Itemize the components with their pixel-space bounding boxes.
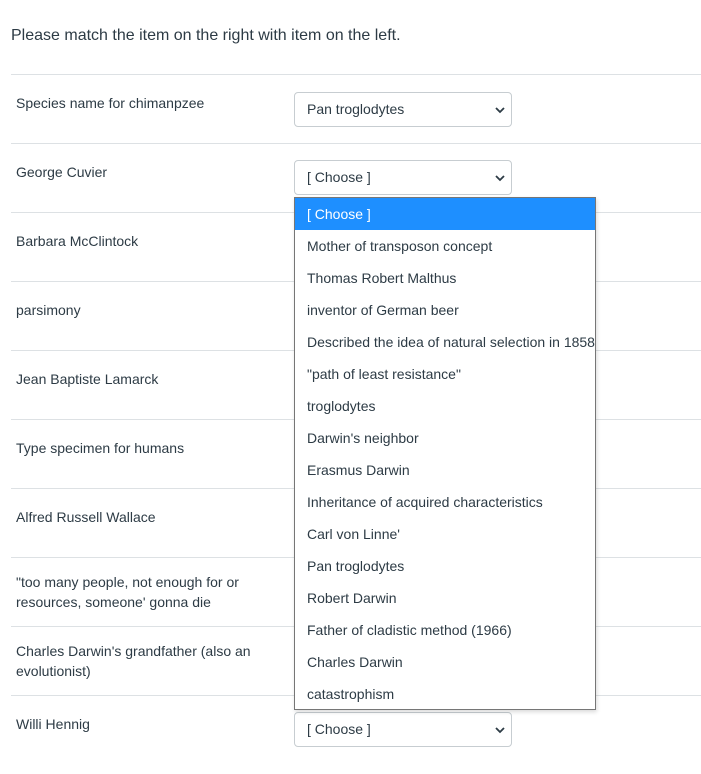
dropdown-option[interactable]: Father of cladistic method (1966) bbox=[295, 614, 595, 646]
dropdown-option[interactable]: Pan troglodytes bbox=[295, 550, 595, 582]
dropdown-option[interactable]: Inheritance of acquired characteristics bbox=[295, 486, 595, 518]
answer-select[interactable]: [ Choose ] bbox=[294, 712, 512, 747]
chevron-down-icon bbox=[495, 107, 505, 114]
match-prompt: Willi Hennig bbox=[16, 716, 90, 732]
match-row: Species name for chimanpzee Pan troglody… bbox=[11, 74, 701, 144]
chevron-down-icon bbox=[495, 727, 505, 734]
match-prompt: Charles Darwin's grandfather (also an ev… bbox=[16, 643, 251, 679]
answer-select[interactable]: Pan troglodytes bbox=[294, 92, 512, 127]
dropdown-option[interactable]: Robert Darwin bbox=[295, 582, 595, 614]
match-prompt: George Cuvier bbox=[16, 164, 108, 180]
dropdown-option[interactable]: catastrophism bbox=[295, 678, 595, 710]
answer-select[interactable]: [ Choose ] bbox=[294, 160, 512, 195]
dropdown-option[interactable]: troglodytes bbox=[295, 390, 595, 422]
dropdown-option[interactable]: Carl von Linne' bbox=[295, 518, 595, 550]
match-prompt: Alfred Russell Wallace bbox=[16, 509, 156, 525]
dropdown-option[interactable]: Erasmus Darwin bbox=[295, 454, 595, 486]
dropdown-option[interactable]: [ Choose ] bbox=[295, 198, 595, 230]
dropdown-option[interactable]: Darwin's neighbor bbox=[295, 422, 595, 454]
select-value: Pan troglodytes bbox=[307, 101, 405, 117]
dropdown-option[interactable]: Mother of transposon concept bbox=[295, 230, 595, 262]
match-prompt: Barbara McClintock bbox=[16, 233, 139, 249]
dropdown-option[interactable]: Described the idea of natural selection … bbox=[295, 326, 595, 358]
match-prompt: Jean Baptiste Lamarck bbox=[16, 371, 159, 387]
select-value: [ Choose ] bbox=[307, 169, 371, 185]
match-prompt: parsimony bbox=[16, 302, 81, 318]
select-value: [ Choose ] bbox=[307, 721, 371, 737]
match-prompt: Type specimen for humans bbox=[16, 440, 185, 456]
instructions-text: Please match the item on the right with … bbox=[11, 27, 401, 44]
dropdown-option[interactable]: "path of least resistance" bbox=[295, 358, 595, 390]
select-dropdown-list: [ Choose ] Mother of transposon concept … bbox=[294, 197, 596, 710]
match-prompt: "too many people, not enough for or reso… bbox=[16, 574, 239, 610]
match-prompt: Species name for chimanpzee bbox=[16, 95, 205, 111]
dropdown-option[interactable]: inventor of German beer bbox=[295, 294, 595, 326]
dropdown-option[interactable]: Charles Darwin bbox=[295, 646, 595, 678]
chevron-down-icon bbox=[495, 175, 505, 182]
dropdown-option[interactable]: Thomas Robert Malthus bbox=[295, 262, 595, 294]
